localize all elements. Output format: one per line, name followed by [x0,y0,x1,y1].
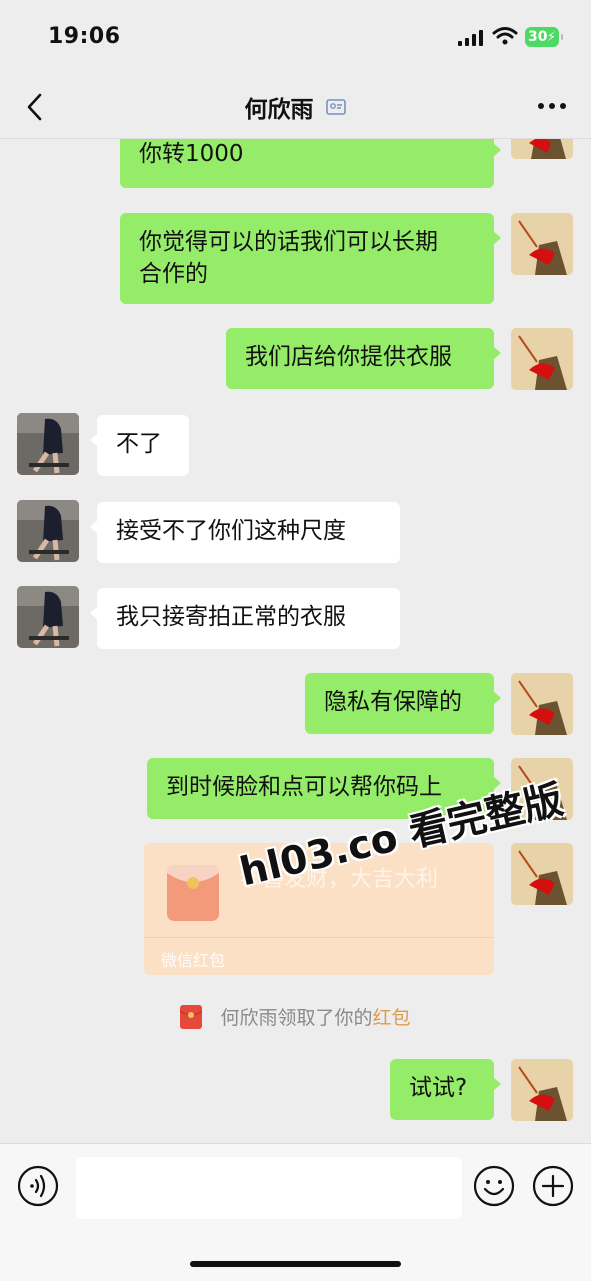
status-bar: 19:06 30 ⚡ [0,0,591,78]
cellular-signal-icon [458,30,483,46]
more-dots-icon[interactable] [537,102,567,110]
system-notice: 何欣雨领取了你的红包 [0,1003,591,1030]
avatar[interactable] [511,328,573,390]
red-packet-link[interactable]: 红包 [373,1007,411,1029]
avatar[interactable] [511,139,573,159]
home-indicator [190,1261,401,1267]
message-input[interactable] [76,1157,462,1219]
avatar[interactable] [17,586,79,648]
avatar[interactable] [17,500,79,562]
message-bubble-sent[interactable]: 隐私有保障的 [305,673,501,734]
avatar[interactable] [511,843,573,905]
message-bubble-received[interactable]: 不了 [90,415,189,476]
wifi-icon [492,27,518,45]
red-envelope-icon [167,865,219,921]
message-bubble-sent[interactable]: 试试? [390,1059,501,1120]
message-bubble-received[interactable]: 接受不了你们这种尺度 [90,502,400,563]
contact-card-icon [325,99,346,115]
avatar[interactable] [17,413,79,475]
charging-icon: ⚡ [546,30,556,45]
message-bubble-received[interactable]: 我只接寄拍正常的衣服 [90,588,400,649]
emoji-icon[interactable] [473,1165,515,1207]
red-packet-divider [144,937,494,938]
battery-indicator: 30 ⚡ [525,27,563,47]
avatar[interactable] [511,213,573,275]
status-time: 19:06 [48,24,121,49]
message-list[interactable]: 你转1000 你觉得可以的话我们可以长期 合作的 我们店给你提供衣服 不了 接受… [0,139,591,1143]
chat-title[interactable]: 何欣雨 [244,97,313,123]
system-notice-text: 何欣雨领取了你的 [220,1007,373,1029]
red-packet-small-icon [180,1004,203,1029]
voice-icon[interactable] [17,1165,59,1207]
chat-header: 何欣雨 [0,78,591,139]
message-bubble-sent[interactable]: 我们店给你提供衣服 [226,328,501,389]
avatar[interactable] [511,673,573,735]
input-bar [0,1143,591,1281]
message-bubble-sent[interactable]: 你转1000 [120,139,501,188]
plus-icon[interactable] [532,1165,574,1207]
red-packet-label: 微信红包 [161,951,226,970]
battery-level: 30 [528,29,548,45]
avatar[interactable] [511,1059,573,1121]
message-bubble-sent[interactable]: 你觉得可以的话我们可以长期 合作的 [120,213,501,304]
